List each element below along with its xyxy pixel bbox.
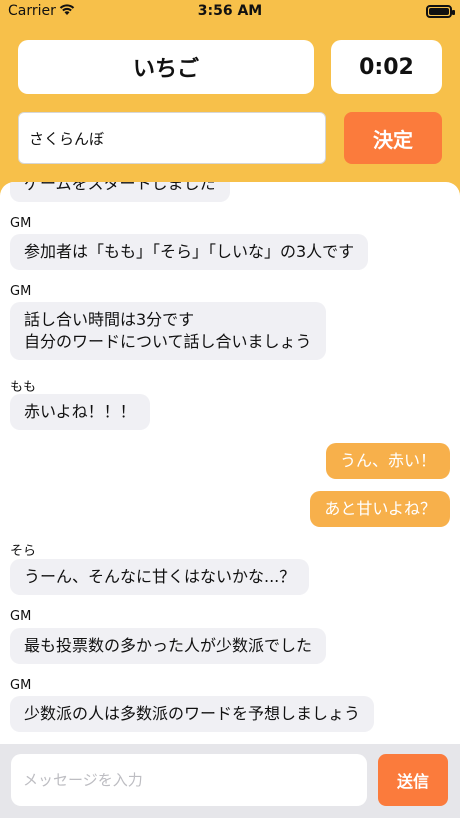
send-button[interactable]: 送信 xyxy=(378,754,448,806)
chat-list[interactable]: ゲームをスタートしました GM 参加者は「もも」「そら」「しいな」の3人です G… xyxy=(0,182,460,744)
my-message-bubble: うん、赤い！ xyxy=(325,443,450,479)
status-bar: Carrier 3:56 AM xyxy=(0,0,460,24)
message-sender: GM xyxy=(10,284,32,299)
message-bubble: うーん、そんなに甘くはないかな...？ xyxy=(10,559,310,595)
answer-input[interactable] xyxy=(18,112,326,164)
message-sender: GM xyxy=(10,678,32,693)
message-bubble: 少数派の人は多数派のワードを予想しましょう xyxy=(10,696,375,732)
message-sender: GM xyxy=(10,216,32,231)
decide-button[interactable]: 決定 xyxy=(344,112,442,164)
message-bubble: 赤いよね！！！ xyxy=(10,394,150,430)
message-bubble: 話し合い時間は3分です 自分のワードについて話し合いましょう xyxy=(10,302,326,360)
message-input[interactable] xyxy=(11,754,367,806)
message-sender: そら xyxy=(10,544,37,559)
message-bubble: 参加者は「もも」「そら」「しいな」の3人です xyxy=(10,234,369,270)
message-sender: GM xyxy=(10,609,32,624)
my-message-bubble: あと甘いよね？ xyxy=(310,491,450,527)
message-bubble: 最も投票数の多かった人が少数派でした xyxy=(10,628,327,664)
secret-word: いちご xyxy=(18,40,314,94)
timer: 0:02 xyxy=(331,40,442,94)
composer-bar: 送信 xyxy=(0,744,460,818)
message-sender: もも xyxy=(10,380,37,395)
battery-icon xyxy=(426,5,455,18)
message-bubble: ゲームをスタートしました xyxy=(10,182,230,202)
status-time: 3:56 AM xyxy=(197,3,263,19)
